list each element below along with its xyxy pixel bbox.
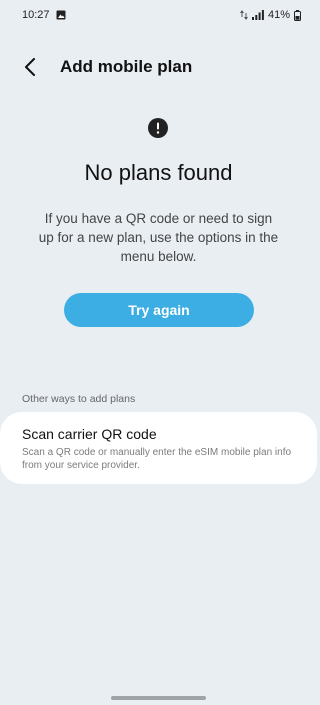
back-arrow-icon [24, 58, 36, 76]
status-bar: 10:27 41% [0, 0, 317, 30]
empty-state-description: If you have a QR code or need to sign up… [38, 211, 279, 264]
list-item-subtitle: Scan a QR code or manually enter the eSI… [22, 447, 292, 471]
signal-icon [251, 10, 264, 20]
page-title: Add mobile plan [60, 57, 193, 76]
back-button[interactable] [16, 53, 44, 81]
battery-icon [294, 9, 301, 21]
list-item-title: Scan carrier QR code [22, 426, 157, 442]
scan-carrier-qr-code-item[interactable]: Scan carrier QR code Scan a QR code or m… [0, 412, 317, 484]
data-icon [239, 10, 248, 20]
status-right: 41% [239, 9, 301, 21]
status-time: 10:27 [22, 9, 50, 21]
header: Add mobile plan [16, 52, 301, 82]
exclamation-circle-icon [148, 118, 168, 138]
image-icon [56, 10, 66, 20]
other-ways-section-label: Other ways to add plans [22, 393, 136, 405]
status-left: 10:27 [22, 9, 66, 21]
empty-state-headline: No plans found [84, 160, 233, 185]
home-indicator[interactable] [111, 696, 206, 700]
battery-percent: 41% [267, 9, 290, 21]
try-again-button[interactable]: Try again [64, 293, 254, 327]
